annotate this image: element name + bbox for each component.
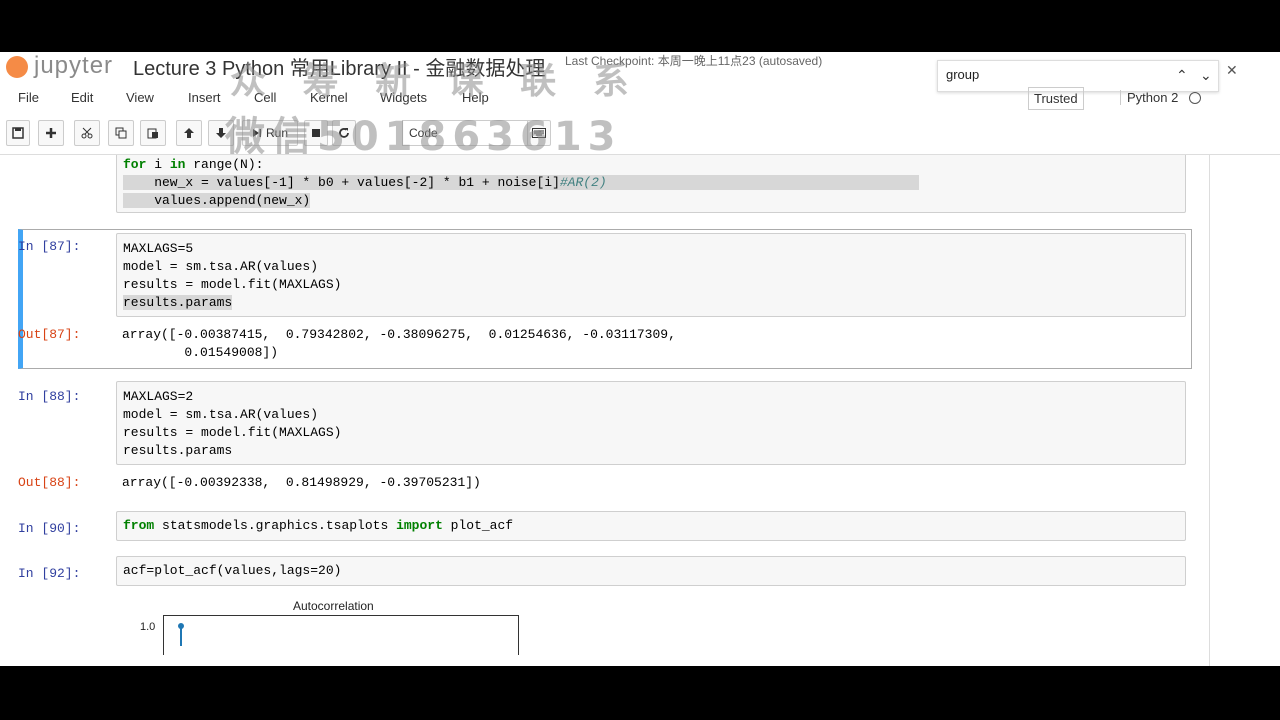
output-line: array([-0.00387415, 0.79342802, -0.38096… (122, 327, 676, 342)
input-prompt: In [92]: (18, 566, 81, 581)
stop-icon (312, 129, 320, 137)
code-line: new_x = values[-1] * b0 + values[-2] * b… (123, 175, 919, 190)
menu-kernel[interactable]: Kernel (310, 90, 348, 105)
notebook-container[interactable]: for i in range(N): new_x = values[-1] * … (0, 154, 1280, 666)
cut-button[interactable] (74, 120, 100, 146)
run-button[interactable]: Run (242, 120, 298, 146)
acf-stem (180, 626, 182, 646)
move-down-button[interactable] (208, 120, 234, 146)
code-cell-input[interactable]: MAXLAGS=2 model = sm.tsa.AR(values) resu… (116, 381, 1186, 465)
output-line: 0.01549008]) (122, 345, 279, 360)
code-line: model = sm.tsa.AR(values) (123, 407, 319, 422)
kernel-status-icon (1189, 92, 1201, 104)
menu-view[interactable]: View (126, 90, 154, 105)
copy-icon (115, 127, 127, 139)
code-line: MAXLAGS=2 (123, 389, 194, 404)
code-cell-input[interactable]: for i in range(N): new_x = values[-1] * … (116, 155, 1186, 213)
plot-ytick: 1.0 (140, 621, 156, 633)
trusted-badge[interactable]: Trusted (1028, 87, 1084, 110)
plot-axes (163, 615, 519, 655)
menu-help[interactable]: Help (462, 90, 489, 105)
notebook-title[interactable]: Lecture 3 Python 常用Library II - 金融数据处理 (133, 52, 545, 81)
plot-title: Autocorrelation (293, 599, 374, 613)
insert-cell-button[interactable] (38, 120, 64, 146)
find-next-icon[interactable]: ⌄ (1200, 67, 1212, 84)
code-line: acf=plot_acf(values,lags=20) (123, 563, 342, 578)
code-line: MAXLAGS=5 (123, 241, 194, 256)
cell-type-select[interactable]: Code (402, 120, 547, 146)
code-line: results.params (123, 295, 233, 310)
code-line: model = sm.tsa.AR(values) (123, 259, 319, 274)
checkpoint-status: Last Checkpoint: 本周一晚上11点23 (autosaved) (565, 54, 823, 68)
toolbar: Run Code (0, 120, 1280, 150)
keyboard-icon (532, 128, 546, 138)
code-line: values.append(new_x) (123, 193, 311, 208)
menu-file[interactable]: File (18, 90, 39, 105)
arrow-up-icon (184, 128, 194, 138)
output-prompt: Out[87]: (18, 327, 81, 342)
code-line: results = model.fit(MAXLAGS) (123, 425, 342, 440)
code-line: for i in range(N): (123, 157, 264, 172)
command-palette-button[interactable] (527, 120, 551, 146)
restart-button[interactable] (332, 120, 356, 146)
scrollbar[interactable] (1209, 155, 1210, 666)
menu-insert[interactable]: Insert (188, 90, 221, 105)
code-line: results = model.fit(MAXLAGS) (123, 277, 342, 292)
copy-button[interactable] (108, 120, 134, 146)
cell-output: array([-0.00392338, 0.81498929, -0.39705… (122, 475, 481, 490)
menu-edit[interactable]: Edit (71, 90, 93, 105)
code-cell-input[interactable]: acf=plot_acf(values,lags=20) (116, 556, 1186, 586)
save-button[interactable] (6, 120, 30, 146)
input-prompt: In [87]: (18, 239, 81, 254)
paste-icon (147, 128, 158, 139)
jupyter-window: jupyter Lecture 3 Python 常用Library II - … (0, 52, 1280, 666)
code-line: results.params (123, 443, 233, 458)
step-forward-icon (252, 129, 261, 137)
move-up-button[interactable] (176, 120, 202, 146)
input-prompt: In [88]: (18, 389, 81, 404)
cell-output: array([-0.00387415, 0.79342802, -0.38096… (122, 326, 676, 362)
plus-icon (46, 128, 56, 138)
input-prompt: In [90]: (18, 521, 81, 536)
find-previous-icon[interactable]: ⌃ (1176, 67, 1188, 84)
find-close-icon[interactable]: ✕ (1226, 62, 1238, 79)
interrupt-button[interactable] (304, 120, 328, 146)
arrow-down-icon (216, 128, 226, 138)
menu-widgets[interactable]: Widgets (380, 90, 427, 105)
code-cell-input[interactable]: MAXLAGS=5 model = sm.tsa.AR(values) resu… (116, 233, 1186, 317)
save-icon (12, 127, 24, 139)
output-prompt: Out[88]: (18, 475, 81, 490)
jupyter-logo[interactable]: jupyter (6, 52, 113, 80)
menu-cell[interactable]: Cell (254, 90, 276, 105)
code-cell-input[interactable]: from statsmodels.graphics.tsaplots impor… (116, 511, 1186, 541)
refresh-icon (339, 128, 349, 138)
menu-bar: File Edit View Insert Cell Kernel Widget… (0, 88, 1280, 110)
paste-button[interactable] (140, 120, 166, 146)
find-input[interactable] (946, 67, 1166, 82)
kernel-name[interactable]: Python 2 (1120, 90, 1178, 105)
jupyter-logo-icon (6, 55, 28, 78)
scissors-icon (81, 127, 93, 139)
